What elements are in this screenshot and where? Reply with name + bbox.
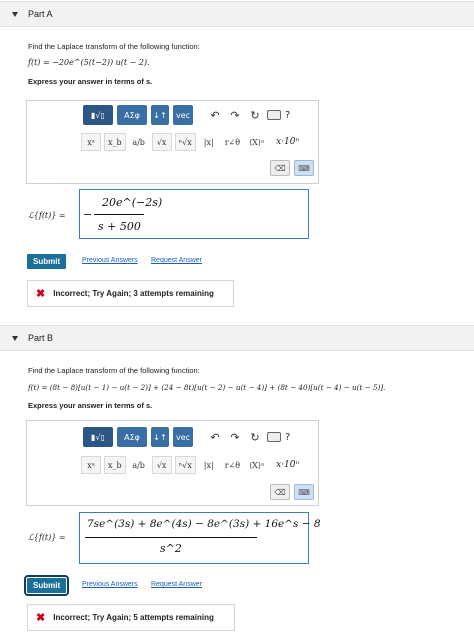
part-a-previous-answers-link[interactable]: Previous Answers bbox=[82, 257, 138, 264]
part-b-header[interactable]: Part B bbox=[0, 325, 474, 351]
keyboard-icon[interactable] bbox=[267, 432, 281, 442]
scientific-notation-button[interactable]: x·10ⁿ bbox=[276, 460, 299, 470]
error-x-icon: ✖ bbox=[36, 612, 46, 624]
part-b-request-answer-link[interactable]: Request Answer bbox=[151, 581, 202, 588]
help-icon[interactable]: ? bbox=[285, 432, 290, 443]
polar-button[interactable]: r∠θ bbox=[222, 456, 243, 474]
reset-icon[interactable]: ↻ bbox=[247, 429, 263, 445]
fraction-bar bbox=[85, 537, 257, 538]
part-b-title: Part B bbox=[28, 333, 54, 343]
answer-numerator: 7se^(3s) + 8e^(4s) − 8e^(3s) + 16e^s − 8 bbox=[87, 518, 321, 530]
answer-denominator: s + 500 bbox=[98, 220, 141, 233]
part-a-lhs: ℒ{f(t)} = bbox=[28, 211, 66, 220]
arrows-button[interactable]: ↓↑ bbox=[151, 427, 169, 447]
keyboard-toggle-icon[interactable]: ⌨ bbox=[294, 160, 314, 176]
fraction-button[interactable]: a/b bbox=[129, 133, 149, 151]
part-a-answer-input[interactable]: − 20e^(−2s) s + 500 bbox=[79, 189, 309, 239]
delete-key-icon[interactable]: ⌫ bbox=[270, 160, 290, 176]
nth-root-button[interactable]: ⁿ√x bbox=[174, 133, 196, 151]
keyboard-icon[interactable] bbox=[267, 110, 281, 120]
part-a-express: Express your answer in terms of s. bbox=[28, 77, 153, 86]
answer-numerator: 20e^(−2s) bbox=[102, 196, 163, 209]
templates-button[interactable]: ▮√▯ bbox=[83, 105, 113, 125]
error-x-icon: ✖ bbox=[36, 288, 46, 300]
templates-button[interactable]: ▮√▯ bbox=[83, 427, 113, 447]
part-b-answer-input[interactable]: 7se^(3s) + 8e^(4s) − 8e^(3s) + 16e^s − 8… bbox=[79, 512, 321, 564]
part-a-title: Part A bbox=[28, 9, 53, 19]
part-a-feedback: ✖ Incorrect; Try Again; 3 attempts remai… bbox=[27, 280, 234, 307]
answer-sign: − bbox=[83, 208, 93, 221]
polar-button[interactable]: r∠θ bbox=[222, 133, 243, 151]
redo-icon[interactable]: ↷ bbox=[227, 107, 243, 123]
arrows-button[interactable]: ↓↑ bbox=[151, 105, 169, 125]
part-b-instruction: Find the Laplace transform of the follow… bbox=[28, 366, 200, 375]
part-b-lhs: ℒ{f(t)} = bbox=[28, 533, 66, 542]
help-icon[interactable]: ? bbox=[285, 110, 290, 121]
subscript-button[interactable]: x_b bbox=[104, 133, 126, 151]
greek-button[interactable]: ΑΣφ bbox=[117, 427, 147, 447]
part-b-feedback-message: Incorrect; Try Again; 5 attempts remaini… bbox=[53, 613, 214, 622]
greek-button[interactable]: ΑΣφ bbox=[117, 105, 147, 125]
part-a-math-toolbar-panel: ▮√▯ ΑΣφ ↓↑ vec ↶ ↷ ↻ ? xᵃ x_b a/b √x ⁿ√x… bbox=[26, 100, 319, 184]
fraction-bar bbox=[94, 214, 144, 215]
part-b-function: f(t) = (8t − 8)[u(t − 1) − u(t − 2)] + (… bbox=[28, 383, 386, 392]
sqrt-button[interactable]: √x bbox=[151, 133, 172, 151]
superscript-button[interactable]: xᵃ bbox=[81, 456, 101, 474]
part-a-feedback-message: Incorrect; Try Again; 3 attempts remaini… bbox=[53, 289, 214, 298]
superscript-button[interactable]: xᵃ bbox=[81, 133, 101, 151]
part-a-request-answer-link[interactable]: Request Answer bbox=[151, 257, 202, 264]
undo-icon[interactable]: ↶ bbox=[207, 107, 223, 123]
vec-button[interactable]: vec bbox=[173, 427, 193, 447]
part-a-header[interactable]: Part A bbox=[0, 1, 474, 27]
part-b-previous-answers-link[interactable]: Previous Answers bbox=[82, 581, 138, 588]
subscript-button[interactable]: x_b bbox=[104, 456, 126, 474]
part-a-instruction: Find the Laplace transform of the follow… bbox=[28, 42, 200, 51]
vec-button[interactable]: vec bbox=[173, 105, 193, 125]
nth-root-button[interactable]: ⁿ√x bbox=[174, 456, 196, 474]
collapse-caret-icon[interactable] bbox=[12, 11, 18, 17]
part-b-submit-button[interactable]: Submit bbox=[23, 575, 70, 596]
delete-key-icon[interactable]: ⌫ bbox=[270, 484, 290, 500]
vector-button[interactable]: ⟨X⟩ᵃ bbox=[246, 456, 267, 474]
vector-button[interactable]: ⟨X⟩ᵃ bbox=[246, 133, 267, 151]
abs-button[interactable]: |x| bbox=[199, 456, 219, 474]
part-b-express: Express your answer in terms of s. bbox=[28, 401, 153, 410]
collapse-caret-icon[interactable] bbox=[12, 335, 18, 341]
answer-denominator: s^2 bbox=[160, 542, 182, 555]
part-a-submit-button[interactable]: Submit bbox=[27, 254, 67, 269]
part-a-function: f(t) = −20e^(5(t−2)) u(t − 2). bbox=[28, 58, 150, 67]
part-b-feedback: ✖ Incorrect; Try Again; 5 attempts remai… bbox=[27, 604, 235, 631]
redo-icon[interactable]: ↷ bbox=[227, 429, 243, 445]
keyboard-toggle-icon[interactable]: ⌨ bbox=[294, 484, 314, 500]
reset-icon[interactable]: ↻ bbox=[247, 107, 263, 123]
sqrt-button[interactable]: √x bbox=[151, 456, 172, 474]
undo-icon[interactable]: ↶ bbox=[207, 429, 223, 445]
abs-button[interactable]: |x| bbox=[199, 133, 219, 151]
scientific-notation-button[interactable]: x·10ⁿ bbox=[276, 137, 299, 147]
part-b-math-toolbar-panel: ▮√▯ ΑΣφ ↓↑ vec ↶ ↷ ↻ ? xᵃ x_b a/b √x ⁿ√x… bbox=[26, 420, 319, 506]
fraction-button[interactable]: a/b bbox=[129, 456, 149, 474]
